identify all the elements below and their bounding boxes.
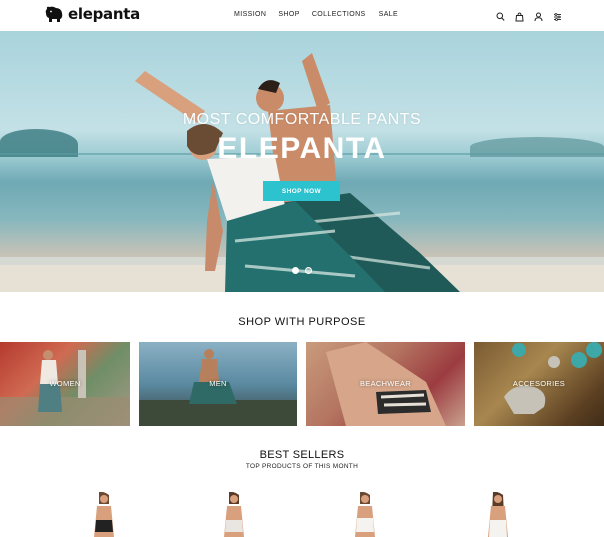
user-icon[interactable]: [534, 9, 543, 22]
section-subtitle-best-sellers: TOP PRODUCTS OF THIS MONTH: [245, 463, 359, 470]
category-grid: WOMEN MEN BEACHWEAR ACCESORIES: [0, 342, 604, 426]
product-image-4[interactable]: [483, 492, 513, 537]
search-icon[interactable]: [496, 9, 505, 21]
category-label-women: WOMEN: [49, 379, 81, 388]
elephant-logo-icon: [45, 6, 63, 22]
hero-banner: MOST COMFORTABLE PANTS ELEPANTA SHOP NOW: [0, 31, 604, 292]
product-image-3[interactable]: [350, 492, 380, 537]
category-label-beachwear: BEACHWEAR: [359, 379, 412, 388]
logo-text: elepanta: [68, 5, 140, 23]
main-nav: MISSION SHOP COLLECTIONS SALE: [234, 11, 398, 18]
nav-sale[interactable]: SALE: [379, 11, 399, 18]
category-card-men[interactable]: MEN: [139, 342, 297, 426]
category-label-men: MEN: [209, 379, 227, 388]
bag-icon[interactable]: [515, 9, 524, 22]
header-icons: [496, 9, 562, 22]
nav-collections[interactable]: COLLECTIONS: [312, 11, 366, 18]
slider-dots: [292, 267, 312, 274]
nav-shop[interactable]: SHOP: [278, 11, 299, 18]
filter-icon[interactable]: [553, 9, 562, 21]
hero-subtitle: MOST COMFORTABLE PANTS: [182, 111, 422, 128]
product-image-2[interactable]: [219, 492, 249, 537]
site-header: elepanta MISSION SHOP COLLECTIONS SALE: [0, 0, 604, 31]
product-image-1[interactable]: [89, 492, 119, 537]
section-title-purpose: SHOP WITH PURPOSE: [238, 316, 366, 328]
nav-mission[interactable]: MISSION: [234, 11, 266, 18]
logo[interactable]: elepanta: [44, 5, 140, 23]
hero-title: ELEPANTA: [217, 132, 387, 165]
category-card-women[interactable]: WOMEN: [0, 342, 130, 426]
category-card-accessories[interactable]: ACCESORIES: [474, 342, 604, 426]
category-card-beachwear[interactable]: BEACHWEAR: [306, 342, 465, 426]
shop-now-button[interactable]: SHOP NOW: [263, 181, 340, 201]
slider-dot-2[interactable]: [305, 267, 312, 274]
slider-dot-1[interactable]: [292, 267, 299, 274]
category-label-accessories: ACCESORIES: [512, 379, 566, 388]
section-title-best-sellers: BEST SELLERS: [259, 449, 345, 461]
